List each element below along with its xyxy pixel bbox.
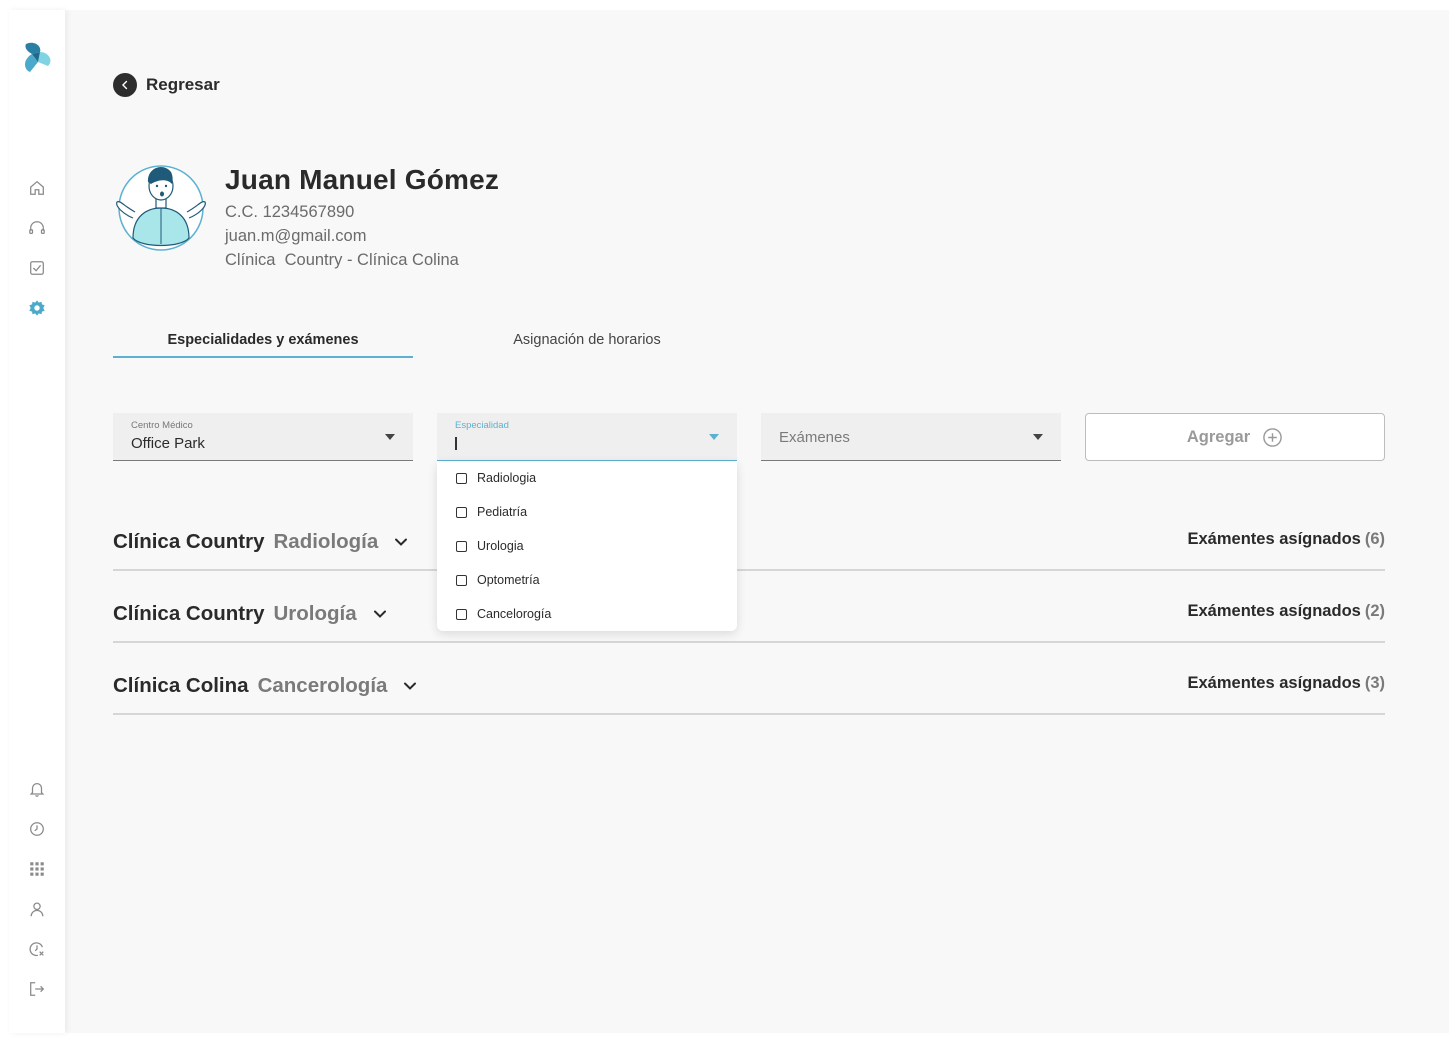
- apps-grid-icon[interactable]: [27, 859, 47, 879]
- clock-cancel-icon[interactable]: [27, 939, 47, 959]
- checkbox[interactable]: [456, 608, 467, 620]
- caret-down-icon: [1033, 434, 1043, 440]
- checkbox[interactable]: [456, 472, 467, 484]
- profile-document: C.C. 1234567890: [225, 203, 355, 221]
- chevron-left-icon: [113, 73, 137, 97]
- dropdown-option-optometria[interactable]: Optometría: [456, 570, 540, 590]
- option-label: Pediatría: [477, 505, 528, 519]
- chevron-down-icon[interactable]: [402, 678, 418, 694]
- caret-down-icon: [709, 434, 719, 440]
- back-button[interactable]: Regresar: [113, 73, 220, 97]
- row-exams-count: (6): [1364, 530, 1385, 548]
- row-specialty: Cancerología: [257, 674, 388, 697]
- option-label: Radiologia: [477, 471, 537, 485]
- tab-especialidades[interactable]: Especialidades y exámenes: [113, 326, 413, 358]
- sidebar: [9, 10, 65, 1033]
- back-label: Regresar: [146, 75, 220, 94]
- tab-bar: Especialidades y exámenes Asignación de …: [113, 326, 713, 358]
- especialidad-label: Especialidad: [455, 420, 509, 431]
- profile-clinics: Clínica Country - Clínica Colina: [225, 251, 459, 269]
- row-exams-count: (2): [1364, 602, 1385, 620]
- plus-circle-icon: [1263, 427, 1282, 447]
- option-label: Optometría: [477, 573, 540, 587]
- add-button-label: Agregar: [1186, 427, 1251, 446]
- caret-down-icon: [385, 434, 395, 440]
- centro-medico-label: Centro Médico: [131, 420, 193, 431]
- user-icon[interactable]: [27, 899, 47, 919]
- row-exams-count: (3): [1364, 674, 1385, 692]
- checkbox-icon[interactable]: [27, 258, 47, 278]
- app-logo[interactable]: [20, 40, 54, 76]
- assignment-row[interactable]: Clínica Colina Cancerología Exámentes as…: [113, 671, 1385, 715]
- profile-email: juan.m@gmail.com: [225, 227, 367, 245]
- especialidad-dropdown-menu: Radiologia Pediatría Urologia Optometría…: [437, 461, 737, 631]
- centro-medico-select[interactable]: Centro Médico Office Park: [113, 413, 413, 461]
- row-exams-label: Exámentes asígnados: [1187, 602, 1361, 620]
- centro-medico-value: Office Park: [131, 435, 205, 452]
- row-exams-label: Exámentes asígnados: [1187, 530, 1361, 548]
- dropdown-option-cancelorogia[interactable]: Cancelorogía: [456, 604, 551, 624]
- dropdown-option-pediatria[interactable]: Pediatría: [456, 502, 527, 522]
- examenes-placeholder: Exámenes: [779, 429, 850, 446]
- row-specialty: Radiología: [273, 530, 379, 553]
- option-label: Urologia: [477, 539, 524, 553]
- especialidad-select[interactable]: Especialidad: [437, 413, 737, 461]
- tab-horarios[interactable]: Asignación de horarios: [437, 326, 737, 358]
- row-clinic: Clínica Colina: [113, 674, 249, 697]
- home-icon[interactable]: [27, 178, 47, 198]
- logout-icon[interactable]: [27, 979, 47, 999]
- clock-icon[interactable]: [27, 819, 47, 839]
- dropdown-option-radiologia[interactable]: Radiologia: [456, 468, 536, 488]
- assignment-row[interactable]: Clínica Country Radiología Exámentes así…: [113, 527, 1385, 571]
- dropdown-option-urologia[interactable]: Urologia: [456, 536, 524, 556]
- assignment-row[interactable]: Clínica Country Urología Exámentes asígn…: [113, 599, 1385, 643]
- add-button[interactable]: Agregar: [1085, 413, 1385, 461]
- headset-icon[interactable]: [27, 218, 47, 238]
- chevron-down-icon[interactable]: [372, 606, 388, 622]
- checkbox[interactable]: [456, 574, 467, 586]
- text-cursor: [455, 437, 457, 450]
- avatar: [111, 158, 211, 254]
- checkbox[interactable]: [456, 506, 467, 518]
- profile-name: Juan Manuel Gómez: [225, 164, 500, 195]
- checkbox[interactable]: [456, 540, 467, 552]
- gear-icon[interactable]: [27, 298, 47, 318]
- option-label: Cancelorogía: [477, 607, 552, 621]
- row-specialty: Urología: [273, 602, 357, 625]
- row-exams-label: Exámentes asígnados: [1187, 674, 1361, 692]
- chevron-down-icon[interactable]: [393, 534, 409, 550]
- examenes-select[interactable]: Exámenes: [761, 413, 1061, 461]
- bell-icon[interactable]: [27, 779, 47, 799]
- row-clinic: Clínica Country: [113, 602, 265, 625]
- row-clinic: Clínica Country: [113, 530, 265, 553]
